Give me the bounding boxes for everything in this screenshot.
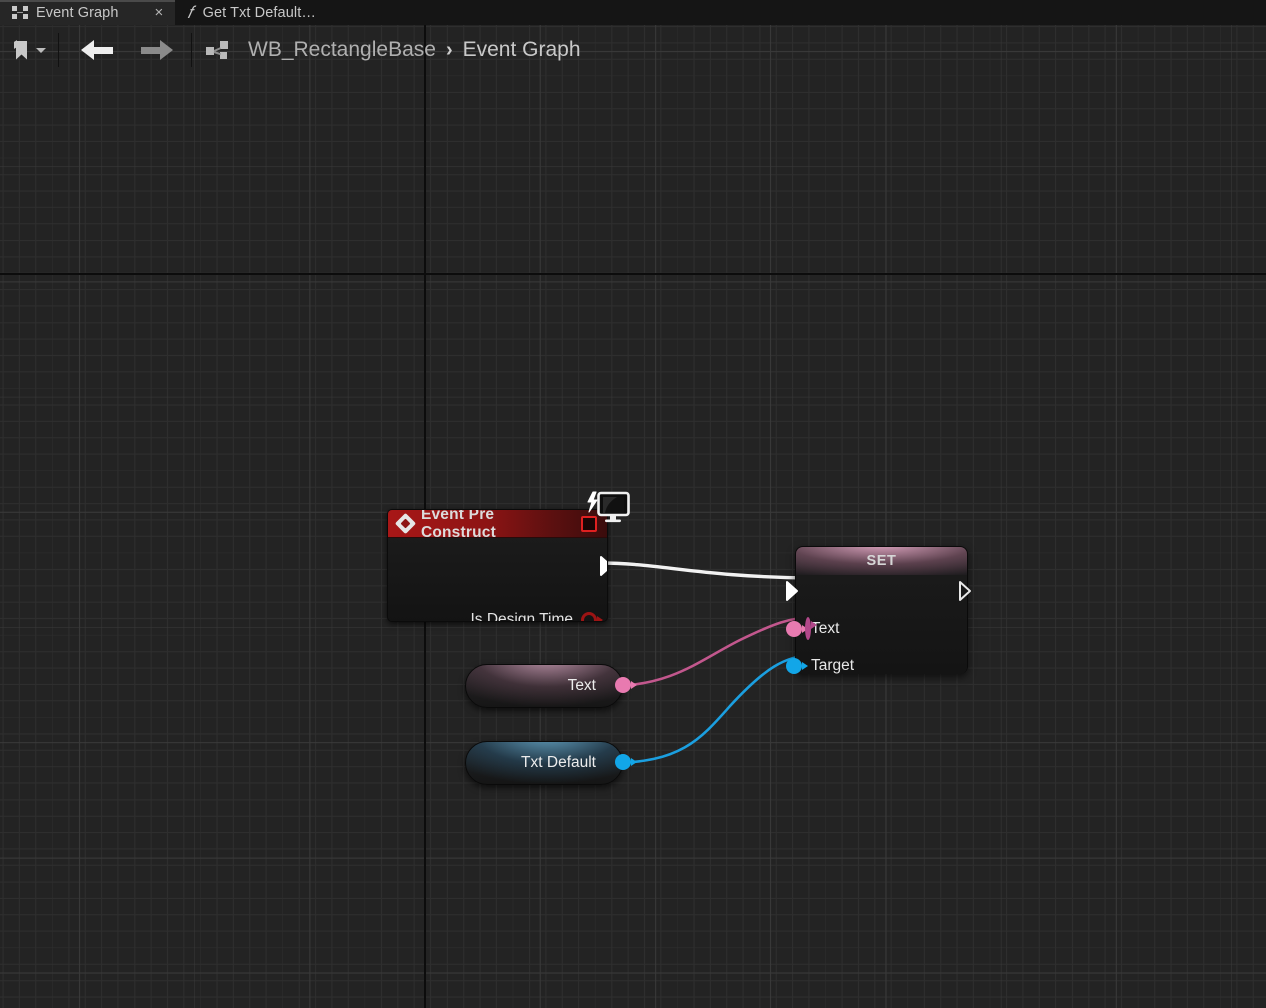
blueprint-editor-window: Event Graph × 𝑓 Get Txt Default… WB_Rect… <box>0 0 1266 1008</box>
pin-label-is-design-time: Is Design Time <box>470 611 573 622</box>
event-graph-icon <box>206 41 228 59</box>
text-output-pin[interactable] <box>615 677 637 693</box>
tab-strip: Event Graph × 𝑓 Get Txt Default… <box>0 0 1266 25</box>
back-button[interactable] <box>75 33 121 67</box>
node-title: Event Pre Construct <box>420 509 496 541</box>
toolbar-divider-2 <box>191 33 192 67</box>
text-output-pin[interactable] <box>805 617 811 640</box>
forward-button[interactable] <box>133 33 179 67</box>
toolbar-divider-1 <box>58 33 59 67</box>
breadcrumb-leaf[interactable]: Event Graph <box>463 38 581 62</box>
tab-get-txt-default[interactable]: 𝑓 Get Txt Default… <box>175 0 328 25</box>
node-body: Text Target <box>786 575 971 674</box>
output-is-design-time[interactable]: Is Design Time <box>470 611 603 622</box>
function-fx-icon: 𝑓 <box>187 2 193 22</box>
node-title: SET <box>866 553 897 569</box>
node-body: Is Design Time <box>388 538 607 622</box>
bool-output-pin[interactable] <box>581 612 603 621</box>
text-input-pin[interactable] <box>786 621 808 637</box>
tab-event-graph-label: Event Graph <box>36 4 119 21</box>
breadcrumb-root[interactable]: WB_RectangleBase <box>248 38 436 62</box>
close-icon[interactable]: × <box>155 5 164 20</box>
bookmark-icon <box>14 39 29 60</box>
object-output-pin[interactable] <box>615 754 637 770</box>
monitor-icon <box>585 491 630 526</box>
variable-label: Txt Default <box>521 754 596 771</box>
node-event-pre-construct[interactable]: Event Pre Construct Is Design Time <box>387 509 608 622</box>
node-title-bar: Event Pre Construct <box>388 510 607 541</box>
node-get-text[interactable]: Text <box>465 664 637 708</box>
graph-canvas[interactable] <box>0 25 1266 1008</box>
forward-arrow-icon <box>139 39 173 61</box>
target-input-pin[interactable] <box>786 658 808 674</box>
back-arrow-icon <box>81 39 115 61</box>
node-get-txt-default[interactable]: Txt Default <box>465 741 637 785</box>
graph-toolbar: WB_RectangleBase › Event Graph <box>0 25 1266 75</box>
event-diamond-icon <box>394 512 417 535</box>
event-graph-icon <box>12 6 28 19</box>
exec-output-pin[interactable] <box>599 555 607 577</box>
exec-input-pin[interactable] <box>785 580 805 602</box>
exec-output-pin[interactable] <box>958 580 978 602</box>
tab-get-txt-default-label: Get Txt Default… <box>202 4 316 21</box>
breadcrumb: WB_RectangleBase › Event Graph <box>198 38 581 62</box>
node-set-text[interactable]: SET Text Target <box>786 546 971 674</box>
tab-event-graph[interactable]: Event Graph × <box>0 0 176 25</box>
node-title-bar: SET <box>796 547 967 575</box>
pin-label-target: Target <box>811 657 855 674</box>
breadcrumb-separator: › <box>445 38 453 61</box>
input-target[interactable]: Target <box>786 657 854 675</box>
bookmark-button[interactable] <box>8 33 52 67</box>
variable-label: Text <box>567 677 596 694</box>
chevron-down-icon[interactable] <box>36 47 46 53</box>
